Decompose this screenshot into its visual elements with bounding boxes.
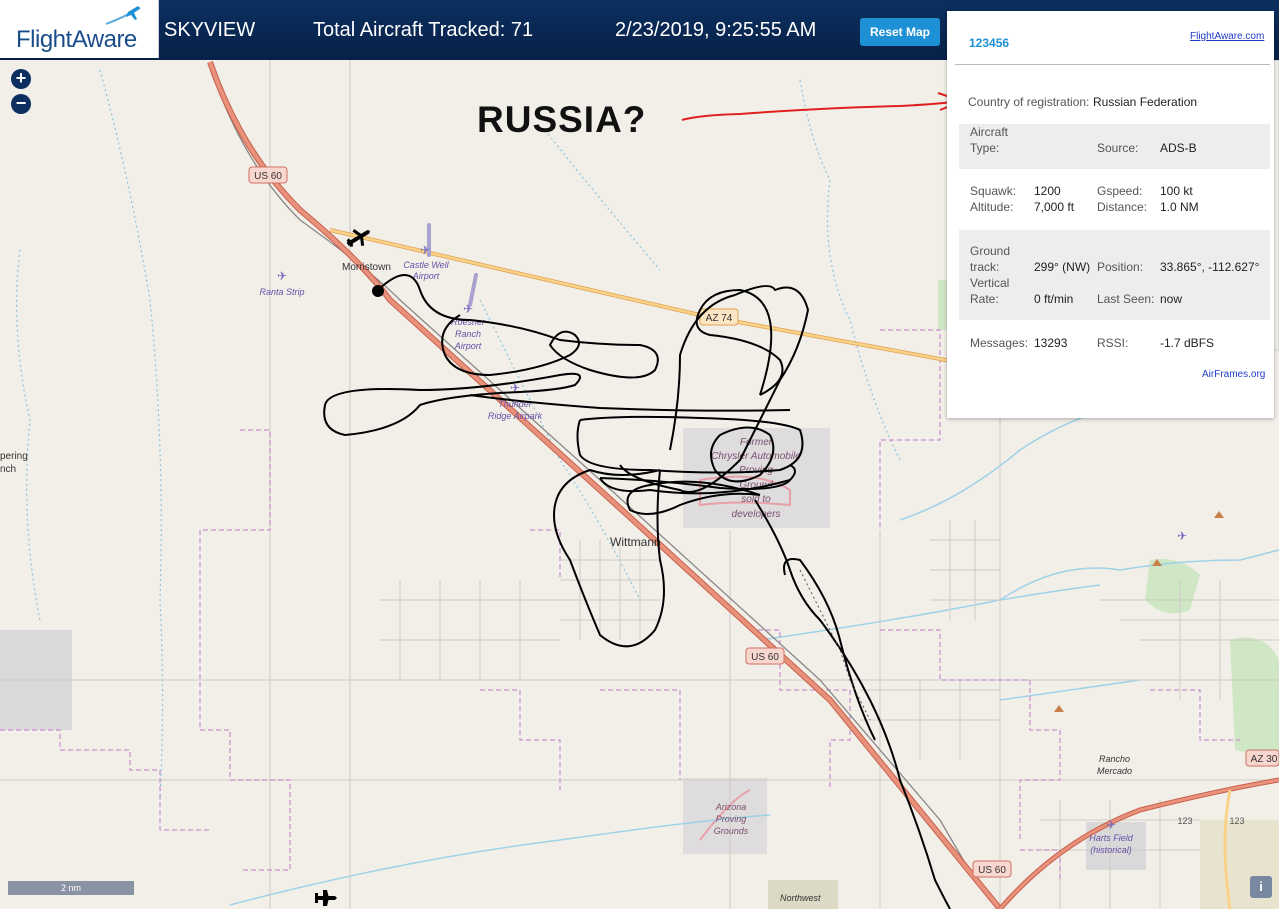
flightaware-link[interactable]: FlightAware.com — [1190, 31, 1264, 42]
rssi-value: -1.7 dBFS — [1160, 336, 1215, 350]
ground-track-label-2: track: — [970, 260, 1000, 274]
flightaware-logo[interactable]: FlightAware — [0, 0, 159, 58]
road-shield-us60-low: US 60 — [978, 865, 1006, 876]
former-chrysler-6: developers — [732, 509, 781, 520]
app-name: SKYVIEW — [164, 19, 256, 41]
airport-castle-well-2: Airport — [412, 271, 440, 281]
reset-map-button[interactable]: Reset Map — [860, 18, 940, 46]
squawk-value: 1200 — [1034, 184, 1061, 198]
gspeed-value: 100 kt — [1160, 184, 1193, 198]
ground-track-label: Ground — [970, 244, 1011, 258]
ground-track-value: 299° (NW) — [1034, 260, 1091, 274]
green-area-2 — [1230, 637, 1279, 760]
place-northwest: Northwest — [780, 893, 821, 903]
arizona-proving-2: Proving — [716, 814, 747, 824]
zoom-in-button[interactable]: + — [11, 69, 31, 89]
place-rancho: Rancho — [1099, 754, 1130, 764]
road-shield-us60: US 60 — [254, 171, 282, 182]
zoom-out-button[interactable]: − — [11, 94, 31, 114]
annotation-text: RUSSIA? — [477, 99, 647, 140]
airport-thunder-2: Ridge Airpark — [488, 411, 543, 421]
messages-label: Messages: — [970, 336, 1029, 350]
last-seen-value: now — [1160, 292, 1183, 306]
harts-field-2: (historical) — [1090, 845, 1132, 855]
airport-roesner-2: Ranch — [455, 329, 481, 339]
messages-value: 13293 — [1034, 336, 1068, 350]
place-pering: pering — [0, 451, 28, 462]
airport-castle-well-1: Castle Well — [403, 260, 449, 270]
rssi-label: RSSI: — [1097, 336, 1129, 350]
arizona-proving-1: Arizona — [715, 802, 747, 812]
road-shield-us60-mid: US 60 — [751, 652, 779, 663]
airport-ranta-strip: Ranta Strip — [259, 287, 304, 297]
squawk-label: Squawk: — [970, 184, 1017, 198]
last-seen-label: Last Seen: — [1097, 292, 1155, 306]
source-label: Source: — [1097, 141, 1139, 155]
airport-plane-icon: ✈ — [1106, 818, 1116, 832]
place-morristown: Morristown — [342, 262, 391, 273]
aircraft-info-panel: 123456 FlightAware.com Country of regist… — [947, 11, 1274, 418]
map-info-button[interactable]: i — [1250, 876, 1272, 898]
place-mercado: Mercado — [1097, 766, 1132, 776]
airport-roesner-3: Airport — [454, 341, 482, 351]
altitude-value: 7,000 ft — [1034, 200, 1075, 214]
country-label: Country of registration: — [968, 95, 1090, 109]
former-chrysler-1: Former — [740, 437, 773, 448]
airport-plane-icon: ✈ — [1177, 529, 1187, 543]
road-label-123b: 123 — [1229, 816, 1244, 826]
flight-id: 123456 — [969, 36, 1010, 50]
road-shield-az74: AZ 74 — [706, 313, 733, 324]
panel-divider — [955, 64, 1270, 65]
place-wittmann: Wittmann — [610, 535, 661, 549]
distance-value: 1.0 NM — [1160, 200, 1199, 214]
source-value: ADS-B — [1160, 141, 1197, 155]
current-datetime: 2/23/2019, 9:25:55 AM — [615, 19, 817, 41]
aircraft-type-label: Aircraft — [970, 125, 1009, 139]
logo-text: FlightAware — [16, 26, 137, 53]
position-value: 33.865°, -112.627° — [1160, 260, 1260, 274]
vertical-rate-label: Vertical — [970, 276, 1010, 290]
harts-field-1: Harts Field — [1089, 833, 1134, 843]
position-label: Position: — [1097, 260, 1144, 274]
aircraft-count: Total Aircraft Tracked: 71 — [313, 19, 534, 41]
former-chrysler-2: Chrysler Automobile — [711, 451, 801, 462]
gspeed-label: Gspeed: — [1097, 184, 1143, 198]
vertical-rate-label-2: Rate: — [970, 292, 999, 306]
road-label-123: 123 — [1177, 816, 1192, 826]
scale-bar: 2 nm — [8, 881, 134, 895]
aircraft-type-label-2: Type: — [970, 141, 1000, 155]
airport-plane-icon: ✈ — [463, 302, 473, 316]
airport-plane-icon: ✈ — [420, 243, 430, 257]
road-shield-az30: AZ 30 — [1251, 754, 1278, 765]
country-value: Russian Federation — [1093, 95, 1198, 109]
track-origin-dot — [372, 285, 384, 297]
airport-plane-icon: ✈ — [277, 269, 287, 283]
vertical-rate-value: 0 ft/min — [1034, 292, 1074, 306]
arizona-proving-3: Grounds — [714, 826, 749, 836]
altitude-label: Altitude: — [970, 200, 1014, 214]
airframes-link[interactable]: AirFrames.org — [1202, 369, 1265, 380]
place-nch: nch — [0, 464, 16, 475]
distance-label: Distance: — [1097, 200, 1148, 214]
